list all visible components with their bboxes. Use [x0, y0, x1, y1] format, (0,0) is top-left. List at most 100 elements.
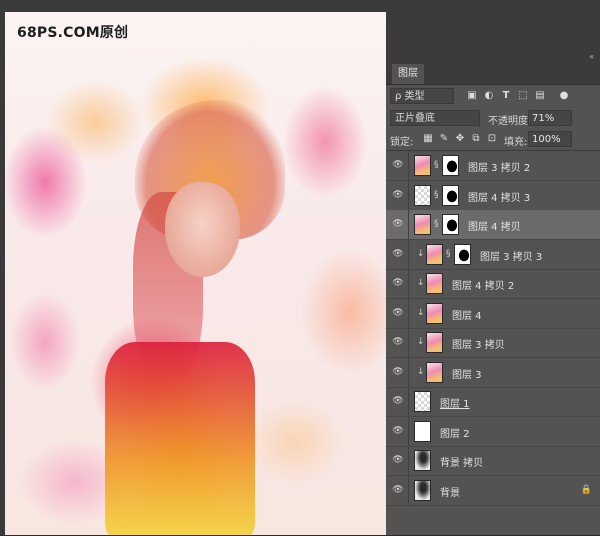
filter-toggle-icon[interactable]: ● [558, 90, 570, 102]
document-canvas[interactable]: 68PS.COM原创 [0, 0, 386, 535]
lock-artboard-icon[interactable]: ⧉ [470, 132, 482, 145]
panel-topbar: « [386, 0, 600, 61]
mask-link-icon[interactable]: § [434, 189, 441, 202]
adjustment-filter-icon[interactable]: ◐ [483, 90, 495, 102]
layer-row[interactable]: 👁 图层 2 [386, 417, 600, 447]
layer-row[interactable]: 👁 § 图层 3 拷贝 2 [386, 151, 600, 181]
type-filter-icon[interactable]: T [500, 90, 512, 102]
layer-row[interactable]: 👁 ↓ 图层 3 [386, 358, 600, 388]
layer-row[interactable]: 👁 ↓ 图层 3 拷贝 [386, 328, 600, 358]
lock-label: 锁定: [390, 137, 414, 148]
lock-row: 锁定: ▦ ✎ ✥ ⧉ ⊡ 填充: 100% [390, 131, 596, 149]
layer-mask-thumbnail[interactable] [442, 155, 459, 176]
layer-mask-thumbnail[interactable] [454, 244, 471, 265]
layer-name[interactable]: 背景 [440, 484, 460, 499]
layer-thumbnail[interactable] [414, 450, 431, 471]
layer-row[interactable]: 👁 背景 🔒 [386, 476, 600, 506]
row-divider [408, 210, 409, 239]
layer-name[interactable]: 图层 3 拷贝 [452, 336, 505, 351]
layer-thumbnail[interactable] [414, 421, 431, 442]
layer-thumbnail[interactable] [414, 185, 431, 206]
mask-link-icon[interactable]: § [434, 218, 441, 231]
layer-list: 👁 § 图层 3 拷贝 2 👁 § 图层 4 拷贝 3 👁 § 图层 4 拷贝 👁 ↓ § 图层 3 拷… [386, 150, 600, 536]
layer-thumbnail[interactable] [414, 391, 431, 412]
layer-row[interactable]: 👁 背景 拷贝 [386, 446, 600, 476]
filter-row: ρ 类型 ▣ ◐ T ⬚ ▤ ● [390, 88, 596, 106]
layer-thumbnail[interactable] [414, 480, 431, 501]
layer-thumbnail[interactable] [414, 214, 431, 235]
layer-row[interactable]: 👁 图层 1 [386, 387, 600, 417]
artwork-image [5, 12, 386, 535]
panel-tab-bar: 图层 [386, 60, 600, 85]
visibility-eye-icon[interactable]: 👁 [392, 277, 404, 289]
blend-mode-select[interactable]: 正片叠底 [390, 110, 480, 126]
row-divider [408, 328, 409, 357]
lock-transparent-icon[interactable]: ▦ [422, 132, 434, 145]
visibility-eye-icon[interactable]: 👁 [392, 307, 404, 319]
visibility-eye-icon[interactable]: 👁 [392, 189, 404, 201]
visibility-eye-icon[interactable]: 👁 [392, 159, 404, 171]
visibility-eye-icon[interactable]: 👁 [392, 248, 404, 260]
row-divider [408, 476, 409, 505]
dress-shape [105, 342, 255, 535]
layer-thumbnail[interactable] [426, 273, 443, 294]
layer-name[interactable]: 图层 4 拷贝 3 [468, 189, 530, 204]
row-divider [408, 358, 409, 387]
layer-name[interactable]: 背景 拷贝 [440, 454, 483, 469]
layer-row[interactable]: 👁 § 图层 4 拷贝 3 [386, 181, 600, 211]
mask-link-icon[interactable]: § [434, 159, 441, 172]
visibility-eye-icon[interactable]: 👁 [392, 218, 404, 230]
layer-mask-thumbnail[interactable] [442, 214, 459, 235]
layer-row[interactable]: 👁 ↓ § 图层 3 拷贝 3 [386, 240, 600, 270]
row-divider [408, 299, 409, 328]
visibility-eye-icon[interactable]: 👁 [392, 336, 404, 348]
row-divider [408, 181, 409, 210]
row-divider [408, 446, 409, 475]
layer-name[interactable]: 图层 2 [440, 425, 470, 440]
lock-pixels-icon[interactable]: ✎ [438, 132, 450, 145]
row-divider [408, 269, 409, 298]
layer-name[interactable]: 图层 3 [452, 366, 482, 381]
layers-panel: « 图层 ρ 类型 ▣ ◐ T ⬚ ▤ ● 正片叠底 不透明度: 71% 锁定:… [386, 0, 600, 535]
layer-name[interactable]: 图层 1 [440, 395, 470, 410]
face-shape [165, 182, 240, 277]
row-divider [408, 240, 409, 269]
layer-name[interactable]: 图层 4 [452, 307, 482, 322]
layer-thumbnail[interactable] [426, 332, 443, 353]
smart-object-filter-icon[interactable]: ▤ [534, 90, 546, 102]
layer-name[interactable]: 图层 3 拷贝 2 [468, 159, 530, 174]
image-filter-icon[interactable]: ▣ [466, 90, 478, 102]
watermark: 68PS.COM原创 [17, 25, 129, 41]
layer-filter-select[interactable]: ρ 类型 [390, 88, 454, 104]
layer-row[interactable]: 👁 § 图层 4 拷贝 [386, 210, 600, 240]
layer-thumbnail[interactable] [414, 155, 431, 176]
opacity-input[interactable]: 71% [528, 110, 572, 126]
layer-thumbnail[interactable] [426, 303, 443, 324]
layer-name[interactable]: 图层 4 拷贝 2 [452, 277, 514, 292]
lock-all-icon[interactable]: ⊡ [486, 132, 498, 145]
visibility-eye-icon[interactable]: 👁 [392, 484, 404, 496]
layer-name[interactable]: 图层 4 拷贝 [468, 218, 521, 233]
row-divider [408, 387, 409, 416]
layer-thumbnail[interactable] [426, 244, 443, 265]
row-divider [408, 417, 409, 446]
layer-thumbnail[interactable] [426, 362, 443, 383]
visibility-eye-icon[interactable]: 👁 [392, 366, 404, 378]
layer-row[interactable]: 👁 ↓ 图层 4 拷贝 2 [386, 269, 600, 299]
row-divider [408, 151, 409, 180]
fill-input[interactable]: 100% [528, 131, 572, 147]
layer-row[interactable]: 👁 ↓ 图层 4 [386, 299, 600, 329]
lock-position-icon[interactable]: ✥ [454, 132, 466, 145]
layer-lock-icon: 🔒 [580, 485, 592, 495]
opacity-label: 不透明度: [488, 116, 532, 127]
layer-mask-thumbnail[interactable] [442, 185, 459, 206]
tab-layers[interactable]: 图层 [392, 64, 424, 84]
visibility-eye-icon[interactable]: 👁 [392, 395, 404, 407]
shape-filter-icon[interactable]: ⬚ [517, 90, 529, 102]
visibility-eye-icon[interactable]: 👁 [392, 454, 404, 466]
fill-label: 填充: [504, 137, 528, 148]
layer-name[interactable]: 图层 3 拷贝 3 [480, 248, 542, 263]
mask-link-icon[interactable]: § [446, 248, 453, 261]
visibility-eye-icon[interactable]: 👁 [392, 425, 404, 437]
blend-row: 正片叠底 不透明度: 71% [390, 110, 596, 128]
